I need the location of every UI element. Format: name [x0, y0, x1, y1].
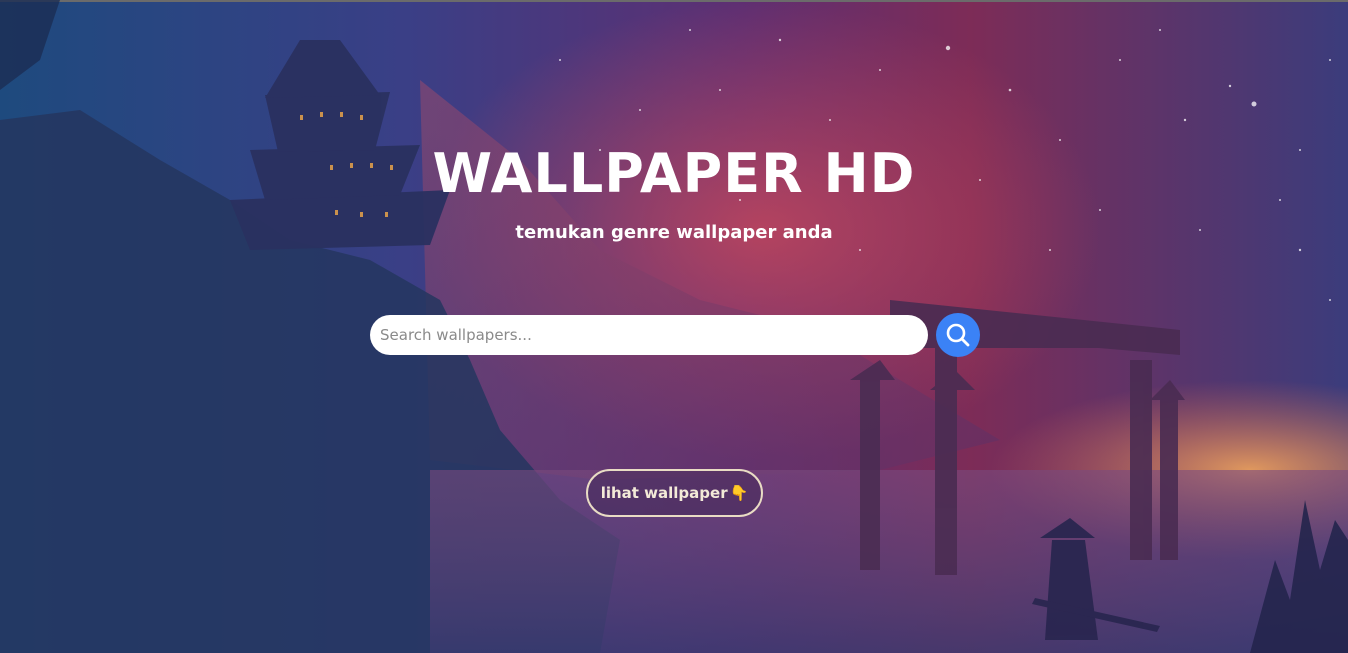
search-input[interactable] — [370, 315, 928, 355]
view-wallpaper-label: lihat wallpaper — [600, 484, 728, 502]
page-title: WALLPAPER HD — [432, 142, 916, 205]
sea — [430, 470, 1348, 653]
search-button[interactable] — [936, 313, 980, 357]
search-icon — [946, 323, 970, 347]
hero-section: WALLPAPER HD temukan genre wallpaper and… — [0, 0, 1348, 653]
tree-branches — [0, 0, 60, 90]
pointing-down-hand-icon: 👇 — [729, 484, 749, 502]
view-wallpaper-button[interactable]: lihat wallpaper 👇 — [586, 469, 763, 517]
page-subtitle: temukan genre wallpaper anda — [515, 222, 833, 243]
